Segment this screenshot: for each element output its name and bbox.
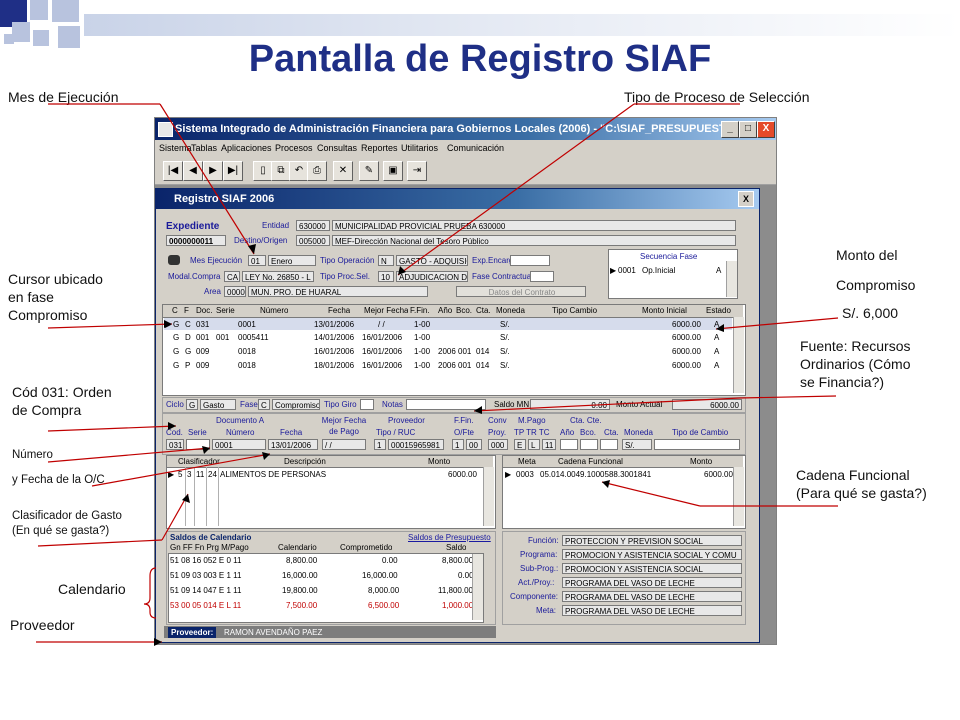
- line-clasificador-pointer: [161, 493, 189, 541]
- line-fecha-oc: [91, 453, 271, 487]
- arrowhead: [716, 324, 724, 332]
- arrowhead: [154, 638, 162, 646]
- brace-calendario: [143, 567, 157, 619]
- line-cadena-pointer: [601, 481, 701, 507]
- line-monto: [715, 317, 839, 330]
- line-tipo-proceso-pointer: [397, 103, 635, 276]
- line-cursor: [47, 323, 173, 329]
- annotation-lines: [36, 103, 839, 646]
- line-fuente: [739, 395, 837, 399]
- arrowhead: [164, 320, 172, 328]
- arrowhead: [202, 446, 210, 454]
- line-cod-031: [47, 425, 177, 432]
- arrowhead: [474, 406, 482, 414]
- arrowhead: [262, 452, 270, 460]
- line-mes-ejecucion-pointer: [159, 103, 255, 255]
- line-fuente-pointer: [473, 397, 741, 412]
- line-numero: [47, 447, 211, 463]
- line-clasificador: [37, 539, 163, 547]
- arrowhead: [168, 422, 176, 430]
- arrowhead: [602, 480, 610, 488]
